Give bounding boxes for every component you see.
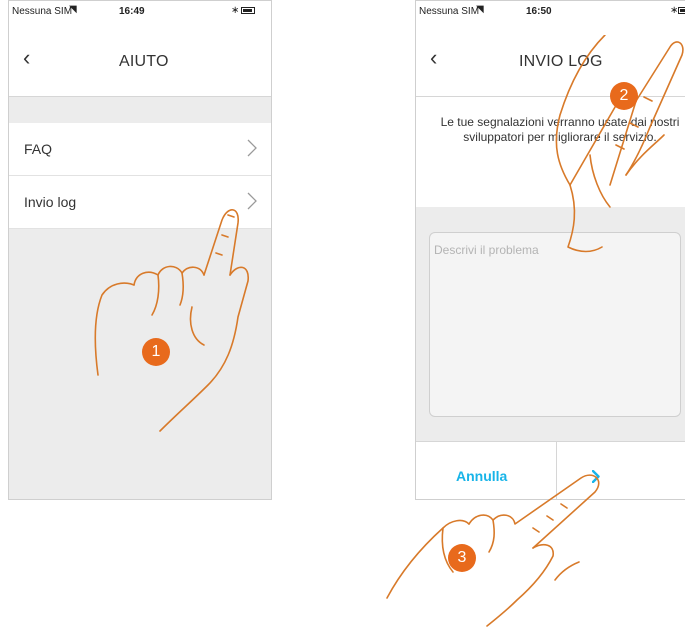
help-menu: FAQ Invio log: [9, 123, 271, 229]
chevron-right-icon: [247, 139, 257, 157]
cancel-label: Annulla: [456, 468, 508, 484]
description-text: Le tue segnalazioni verranno usate dai n…: [440, 115, 680, 144]
back-button[interactable]: ‹: [430, 47, 437, 69]
menu-item-faq[interactable]: FAQ: [9, 123, 271, 176]
step-badge: 2: [610, 82, 638, 110]
battery-icon: [678, 7, 685, 14]
back-button[interactable]: ‹: [23, 47, 30, 69]
battery-icon: [241, 7, 255, 14]
clock: 16:49: [119, 6, 145, 17]
page-title: AIUTO: [119, 53, 169, 70]
menu-item-label: Invio log: [24, 194, 77, 210]
wifi-icon: ◥: [69, 4, 77, 15]
action-bar: Annulla: [416, 441, 685, 499]
problem-description-input[interactable]: Descrivi il problema: [429, 232, 681, 417]
send-button[interactable]: [557, 442, 685, 499]
help-screen: Nessuna SIM ◥ 16:49 ∗ ‹ AIUTO FAQ Invio …: [8, 0, 272, 500]
status-bar: Nessuna SIM ◥ 16:50 ∗: [416, 1, 685, 21]
nav-bar: ‹ INVIO LOG: [416, 21, 685, 97]
step-badge: 1: [142, 338, 170, 366]
carrier-label: Nessuna SIM: [419, 6, 480, 17]
status-bar: Nessuna SIM ◥ 16:49 ∗: [9, 1, 271, 21]
wifi-icon: ◥: [476, 4, 484, 15]
nav-bar: ‹ AIUTO: [9, 21, 271, 97]
carrier-label: Nessuna SIM: [12, 6, 73, 17]
step-badge: 3: [448, 544, 476, 572]
clock: 16:50: [526, 6, 552, 17]
page-title: INVIO LOG: [519, 53, 603, 70]
menu-item-label: FAQ: [24, 141, 53, 157]
description-panel: Le tue segnalazioni verranno usate dai n…: [416, 97, 685, 207]
menu-item-invio-log[interactable]: Invio log: [9, 176, 271, 229]
chevron-right-icon: [592, 470, 600, 483]
send-log-screen: Nessuna SIM ◥ 16:50 ∗ ‹ INVIO LOG Le tue…: [415, 0, 685, 500]
bluetooth-icon: ∗: [231, 5, 240, 16]
cancel-button[interactable]: Annulla: [416, 442, 557, 499]
chevron-right-icon: [247, 192, 257, 210]
